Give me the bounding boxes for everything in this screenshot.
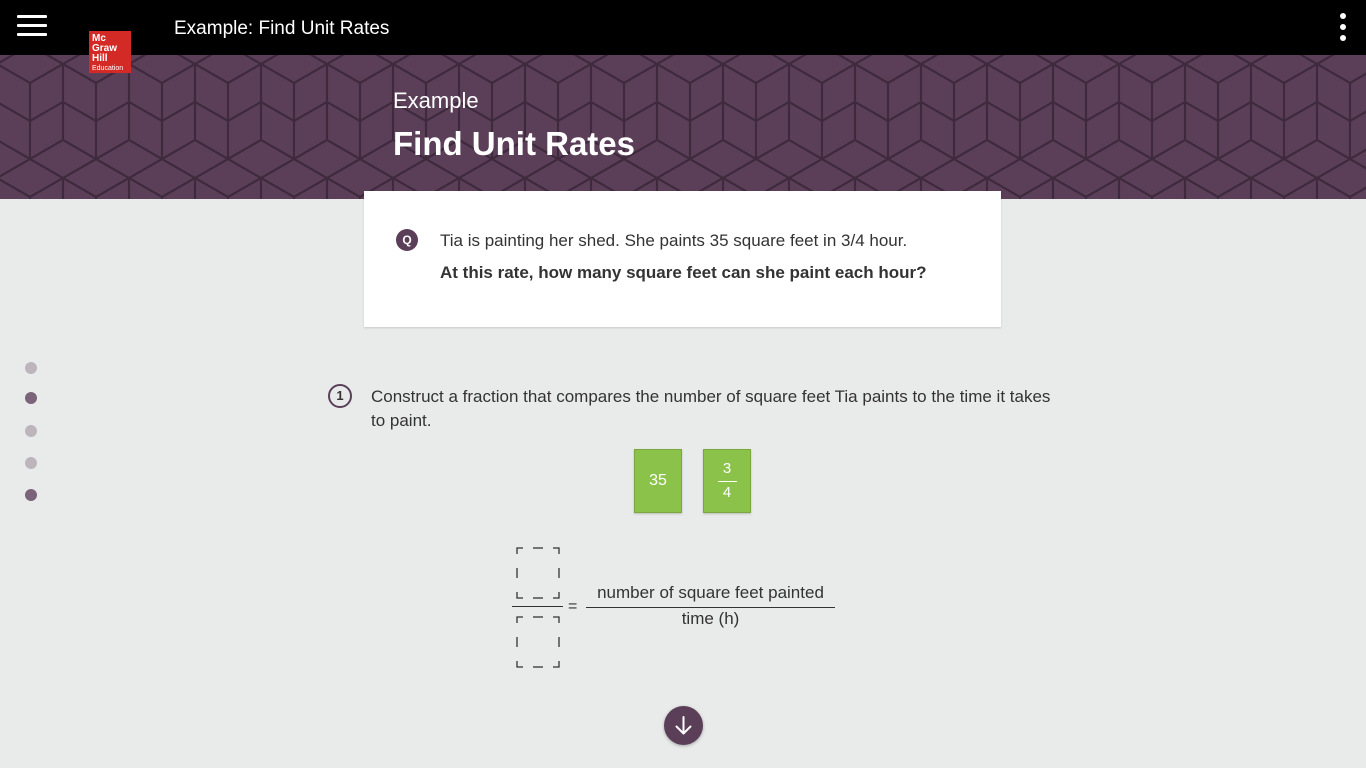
progress-dot-5[interactable] (25, 489, 37, 501)
equals-sign: = (568, 598, 578, 615)
equation-numerator: number of square feet painted (597, 583, 824, 602)
tile-numerator: 3 (722, 460, 732, 477)
step-number-badge: 1 (328, 384, 352, 408)
hamburger-menu-icon[interactable] (17, 15, 47, 39)
top-bar: Example: Find Unit Rates (0, 0, 1366, 55)
app-title: Example: Find Unit Rates (174, 18, 390, 39)
question-card: Q Tia is painting her shed. She paints 3… (364, 191, 1001, 327)
question-text: Tia is painting her shed. She paints 35 … (440, 231, 908, 250)
banner-eyebrow: Example (393, 88, 479, 113)
tile-fraction-bar (718, 481, 737, 482)
page-title: Find Unit Rates (393, 125, 636, 162)
question-icon: Q (396, 229, 418, 251)
drag-tile-three-quarters[interactable]: 3 4 (703, 449, 751, 513)
equation-denominator: time (h) (681, 609, 740, 628)
progress-dot-2[interactable] (25, 392, 37, 404)
step-instruction: Construct a fraction that compares the n… (371, 387, 1051, 430)
fraction-bar-left (512, 606, 563, 607)
progress-dot-3[interactable] (25, 425, 37, 437)
next-step-button[interactable] (664, 706, 703, 745)
question-prompt: At this rate, how many square feet can s… (440, 263, 927, 282)
tile-denominator: 4 (722, 484, 732, 501)
more-options-icon[interactable] (1338, 13, 1348, 41)
drag-tile-35[interactable]: 35 (634, 449, 682, 513)
arrow-down-icon (675, 716, 692, 735)
denominator-drop-zone[interactable] (516, 616, 560, 668)
progress-dot-4[interactable] (25, 457, 37, 469)
mcgraw-hill-logo: Mc Graw Hill Education (89, 31, 131, 73)
numerator-drop-zone[interactable] (516, 547, 560, 599)
cube-pattern-background (0, 55, 1366, 199)
page-banner (0, 55, 1366, 199)
progress-dot-1[interactable] (25, 362, 37, 374)
